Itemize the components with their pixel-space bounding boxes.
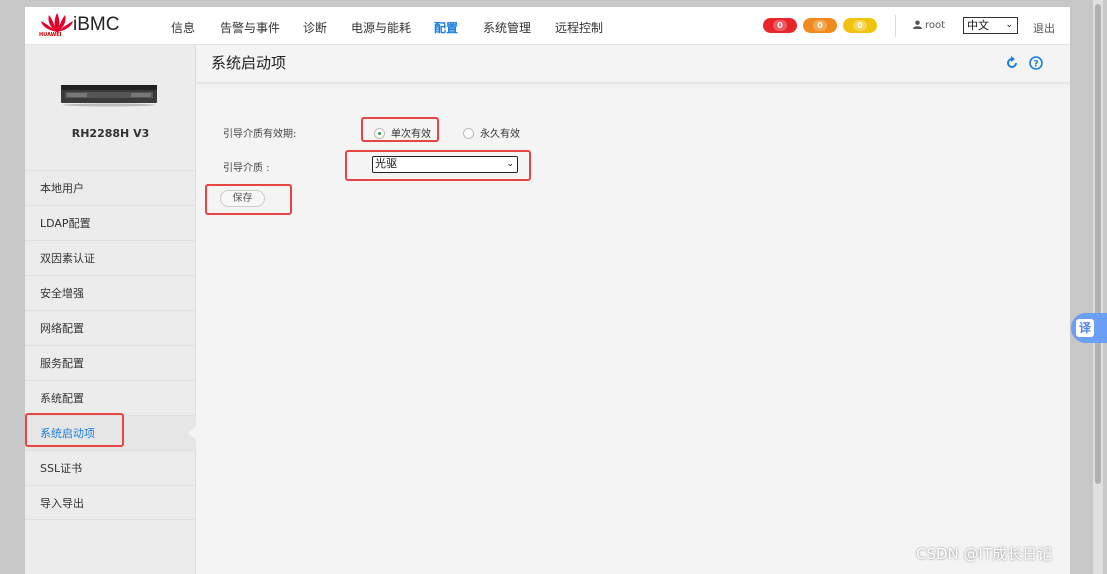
- nav-diagnostics[interactable]: 诊断: [303, 19, 327, 36]
- sidebar: RH2288H V3 本地用户 LDAP配置 双因素认证 安全增强 网络配置 服…: [25, 45, 197, 574]
- nav-power[interactable]: 电源与能耗: [351, 19, 411, 36]
- nav-info[interactable]: 信息: [171, 19, 195, 36]
- help-icon[interactable]: ?: [1029, 56, 1043, 70]
- nav-remote-control[interactable]: 远程控制: [555, 19, 603, 36]
- alert-critical-badge[interactable]: 0: [763, 18, 797, 33]
- logo-text: HUAWEI: [39, 32, 62, 38]
- sidebar-item-network[interactable]: 网络配置: [25, 310, 196, 345]
- sidebar-item-services[interactable]: 服务配置: [25, 345, 196, 380]
- nav-alarms-events[interactable]: 告警与事件: [220, 19, 280, 36]
- server-model: RH2288H V3: [71, 127, 150, 140]
- radio-permanent[interactable]: 永久有效: [463, 125, 520, 140]
- translate-icon: 译: [1076, 319, 1094, 337]
- sidebar-item-import-export[interactable]: 导入导出: [25, 485, 196, 520]
- highlight-box-select: [345, 150, 531, 181]
- sidebar-menu: 本地用户 LDAP配置 双因素认证 安全增强 网络配置 服务配置 系统配置 系统…: [25, 170, 197, 520]
- page-scrollbar[interactable]: [1093, 0, 1103, 574]
- alert-major-count: 0: [813, 20, 827, 31]
- alert-minor-badge[interactable]: 0: [843, 18, 877, 33]
- language-value: 中文: [967, 19, 989, 32]
- scrollbar-thumb[interactable]: [1095, 4, 1101, 484]
- highlight-box-sidebar: [25, 413, 124, 447]
- chevron-down-icon: ⌄: [1005, 20, 1013, 30]
- ibmc-window: HUAWEI iBMC 信息 告警与事件 诊断 电源与能耗 配置 系统管理 远程…: [25, 7, 1070, 574]
- watermark: CSDN @IT成长日记: [916, 545, 1053, 563]
- language-select[interactable]: 中文 ⌄: [963, 17, 1018, 34]
- sidebar-item-two-factor[interactable]: 双因素认证: [25, 240, 196, 275]
- logout-link[interactable]: 退出: [1033, 20, 1055, 36]
- highlight-box-save: [205, 184, 292, 215]
- user-menu[interactable]: root: [913, 20, 945, 31]
- media-label: 引导介质 :: [223, 163, 270, 174]
- sidebar-item-ldap[interactable]: LDAP配置: [25, 205, 196, 240]
- top-header: HUAWEI iBMC 信息 告警与事件 诊断 电源与能耗 配置 系统管理 远程…: [25, 7, 1070, 45]
- sidebar-item-security[interactable]: 安全增强: [25, 275, 196, 310]
- sidebar-item-ssl[interactable]: SSL证书: [25, 450, 196, 485]
- server-image: [61, 85, 157, 107]
- user-icon: [913, 20, 922, 29]
- page-title: 系统启动项: [211, 54, 287, 72]
- alert-minor-count: 0: [853, 20, 867, 31]
- highlight-box-radio: [361, 117, 439, 142]
- sidebar-item-local-users[interactable]: 本地用户: [25, 170, 196, 205]
- page-title-bar: 系统启动项 ?: [197, 45, 1070, 83]
- svg-text:?: ?: [1033, 60, 1038, 70]
- translate-button[interactable]: 译: [1071, 313, 1107, 343]
- main-content: 系统启动项 ? 引导介质有效期: 单次有效 永久有效 引导介质 : 光驱 ⌄ 保…: [197, 45, 1070, 574]
- alert-major-badge[interactable]: 0: [803, 18, 837, 33]
- sidebar-item-system-config[interactable]: 系统配置: [25, 380, 196, 415]
- header-divider: [895, 15, 896, 37]
- radio-permanent-label: 永久有效: [480, 129, 520, 140]
- nav-system-management[interactable]: 系统管理: [483, 19, 531, 36]
- radio-unchecked-icon: [463, 128, 474, 139]
- refresh-icon[interactable]: [1005, 56, 1019, 70]
- validity-label: 引导介质有效期:: [223, 129, 297, 140]
- username: root: [925, 20, 946, 31]
- alert-critical-count: 0: [773, 20, 787, 31]
- brand-title: iBMC: [73, 14, 120, 35]
- nav-config[interactable]: 配置: [434, 19, 458, 36]
